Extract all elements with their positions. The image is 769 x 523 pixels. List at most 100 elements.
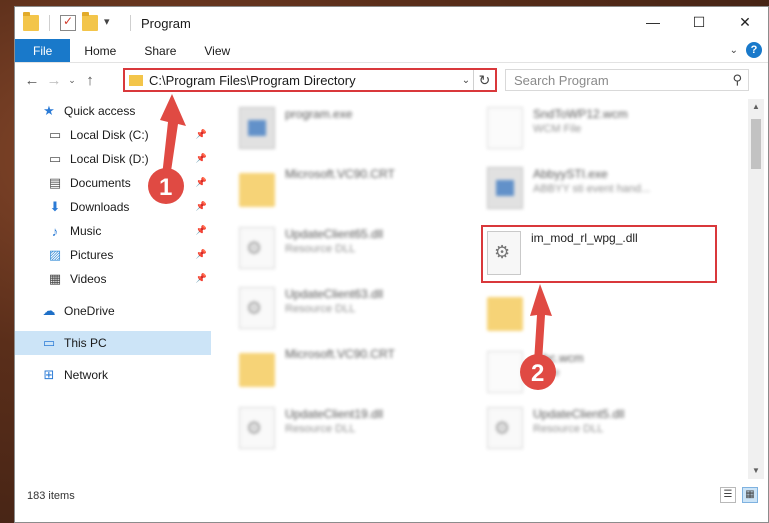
document-icon: ▤: [48, 175, 62, 190]
star-icon: ★: [43, 103, 55, 118]
pin-icon[interactable]: 📌: [196, 273, 207, 284]
list-item[interactable]: im_mod_rl_wpg_.dll: [487, 231, 638, 275]
list-item[interactable]: [483, 287, 723, 339]
picture-icon: ▨: [48, 247, 62, 262]
file-name: program.exe: [285, 107, 353, 121]
exe-file-icon: [239, 107, 275, 149]
pin-icon[interactable]: 📌: [196, 177, 207, 188]
minimize-button[interactable]: —: [630, 7, 676, 37]
customize-toolbar-icon[interactable]: ▾: [104, 15, 120, 31]
nav-item-quick-access[interactable]: ★ Quick access: [15, 99, 211, 123]
address-path[interactable]: C:\Program Files\Program Directory: [149, 73, 459, 88]
folder-icon: [239, 353, 275, 387]
pin-icon[interactable]: 📌: [196, 129, 207, 140]
nav-item-pictures[interactable]: ▨ Pictures 📌: [15, 243, 211, 267]
nav-item-documents[interactable]: ▤ Documents 📌: [15, 171, 211, 195]
list-item[interactable]: AbbyySTI.exe ABBYY sti event hand...: [483, 163, 723, 215]
close-button[interactable]: ✕: [722, 7, 768, 37]
new-folder-icon[interactable]: [82, 12, 98, 31]
dll-file-icon: [487, 231, 521, 275]
maximize-button[interactable]: ☐: [676, 7, 722, 37]
tab-view[interactable]: View: [190, 39, 244, 62]
list-item[interactable]: UpdateClient19.dll Resource DLL: [235, 403, 475, 455]
tab-home[interactable]: Home: [70, 39, 130, 62]
nav-item-label: Local Disk (D:): [70, 152, 149, 166]
list-item[interactable]: SndToWP12.wcm WCM File: [483, 103, 723, 155]
video-icon: ▦: [48, 271, 62, 286]
recent-locations-icon[interactable]: ⌄: [65, 75, 79, 86]
search-icon[interactable]: ⚲: [732, 72, 742, 88]
nav-item-videos[interactable]: ▦ Videos 📌: [15, 267, 211, 291]
list-item[interactable]: Microsoft.VC90.CRT: [235, 343, 475, 395]
nav-item-network[interactable]: ⊞ Network: [15, 363, 211, 387]
nav-item-music[interactable]: ♪ Music 📌: [15, 219, 211, 243]
status-bar: 183 items: [15, 485, 768, 507]
highlighted-dll-file[interactable]: im_mod_rl_wpg_.dll: [481, 225, 717, 283]
nav-item-local-disk-c[interactable]: ▭ Local Disk (C:) 📌: [15, 123, 211, 147]
ribbon-tabs: File Home Share View ⌄ ?: [15, 39, 768, 63]
dll-file-icon: [239, 287, 275, 329]
nav-item-label: This PC: [64, 336, 107, 350]
search-placeholder: Search Program: [514, 72, 609, 88]
pin-icon[interactable]: 📌: [196, 249, 207, 260]
properties-icon[interactable]: [60, 14, 76, 31]
address-bar[interactable]: C:\Program Files\Program Directory ⌄ ↻: [123, 68, 497, 92]
divider: [49, 15, 50, 31]
file-name: ...bc.wcm: [533, 351, 584, 365]
nav-item-downloads[interactable]: ⬇ Downloads 📌: [15, 195, 211, 219]
file-name: AbbyySTI.exe: [533, 167, 608, 181]
quick-access-toolbar: ▾: [15, 12, 135, 31]
wcm-file-icon: [487, 107, 523, 149]
tiles-view-icon[interactable]: ▦: [742, 487, 758, 503]
divider: [130, 15, 131, 31]
nav-item-label: Network: [64, 368, 109, 382]
file-name: UpdateClient19.dll: [285, 407, 384, 421]
music-icon: ♪: [51, 223, 59, 239]
list-item[interactable]: ...bc.wcm ...File: [483, 347, 723, 399]
scroll-down-icon[interactable]: ▼: [748, 463, 764, 479]
search-input[interactable]: Search Program ⚲: [505, 69, 749, 91]
nav-item-label: Videos: [70, 272, 107, 286]
back-arrow-icon[interactable]: ←: [21, 72, 43, 89]
file-explorer-window: ▾ Program — ☐ ✕ File Home Share View ⌄ ?…: [14, 6, 769, 523]
pin-icon[interactable]: 📌: [196, 153, 207, 164]
file-desc: ...File: [533, 367, 560, 379]
help-icon[interactable]: ?: [746, 42, 762, 58]
folder-icon: [487, 297, 523, 331]
pin-icon[interactable]: 📌: [196, 201, 207, 212]
tab-share[interactable]: Share: [130, 39, 190, 62]
nav-item-onedrive[interactable]: ☁ OneDrive: [15, 299, 211, 323]
pin-icon[interactable]: 📌: [196, 225, 207, 236]
chevron-down-icon[interactable]: ⌄: [459, 75, 473, 86]
wcm-file-icon: [487, 351, 523, 393]
forward-arrow-icon[interactable]: →: [43, 72, 65, 89]
drive-icon: ▭: [48, 151, 62, 166]
address-row: ← → ⌄ ↑ C:\Program Files\Program Directo…: [15, 64, 768, 96]
scroll-thumb[interactable]: [751, 119, 761, 169]
file-desc: Resource DLL: [285, 303, 356, 315]
refresh-icon[interactable]: ↻: [473, 70, 495, 90]
up-arrow-icon[interactable]: ↑: [79, 72, 101, 89]
nav-item-label: OneDrive: [64, 304, 115, 318]
file-name: Microsoft.VC90.CRT: [285, 167, 395, 181]
nav-item-local-disk-d[interactable]: ▭ Local Disk (D:) 📌: [15, 147, 211, 171]
navigation-pane: ★ Quick access ▭ Local Disk (C:) 📌 ▭ Loc…: [15, 99, 211, 479]
nav-item-label: Quick access: [64, 104, 136, 118]
ribbon-right-controls: ⌄ ?: [730, 42, 762, 58]
expand-ribbon-icon[interactable]: ⌄: [730, 45, 738, 56]
list-item[interactable]: UpdateClient5.dll Resource DLL: [483, 403, 723, 455]
list-item[interactable]: program.exe: [235, 103, 475, 155]
tab-file[interactable]: File: [15, 39, 71, 62]
details-view-icon[interactable]: ☰: [720, 487, 736, 503]
view-toggle: ☰ ▦: [720, 487, 758, 503]
nav-item-this-pc[interactable]: ▭ This PC: [15, 331, 211, 355]
vertical-scrollbar[interactable]: ▲ ▼: [748, 99, 764, 479]
list-item[interactable]: UpdateClient63.dll Resource DLL: [235, 283, 475, 335]
window-controls: — ☐ ✕: [630, 7, 768, 37]
list-item[interactable]: UpdateClient65.dll Resource DLL: [235, 223, 475, 275]
list-item[interactable]: Microsoft.VC90.CRT: [235, 163, 475, 215]
file-desc: WCM File: [533, 123, 582, 135]
file-name: Microsoft.VC90.CRT: [285, 347, 395, 361]
network-icon: ⊞: [43, 367, 55, 382]
scroll-up-icon[interactable]: ▲: [748, 99, 764, 115]
